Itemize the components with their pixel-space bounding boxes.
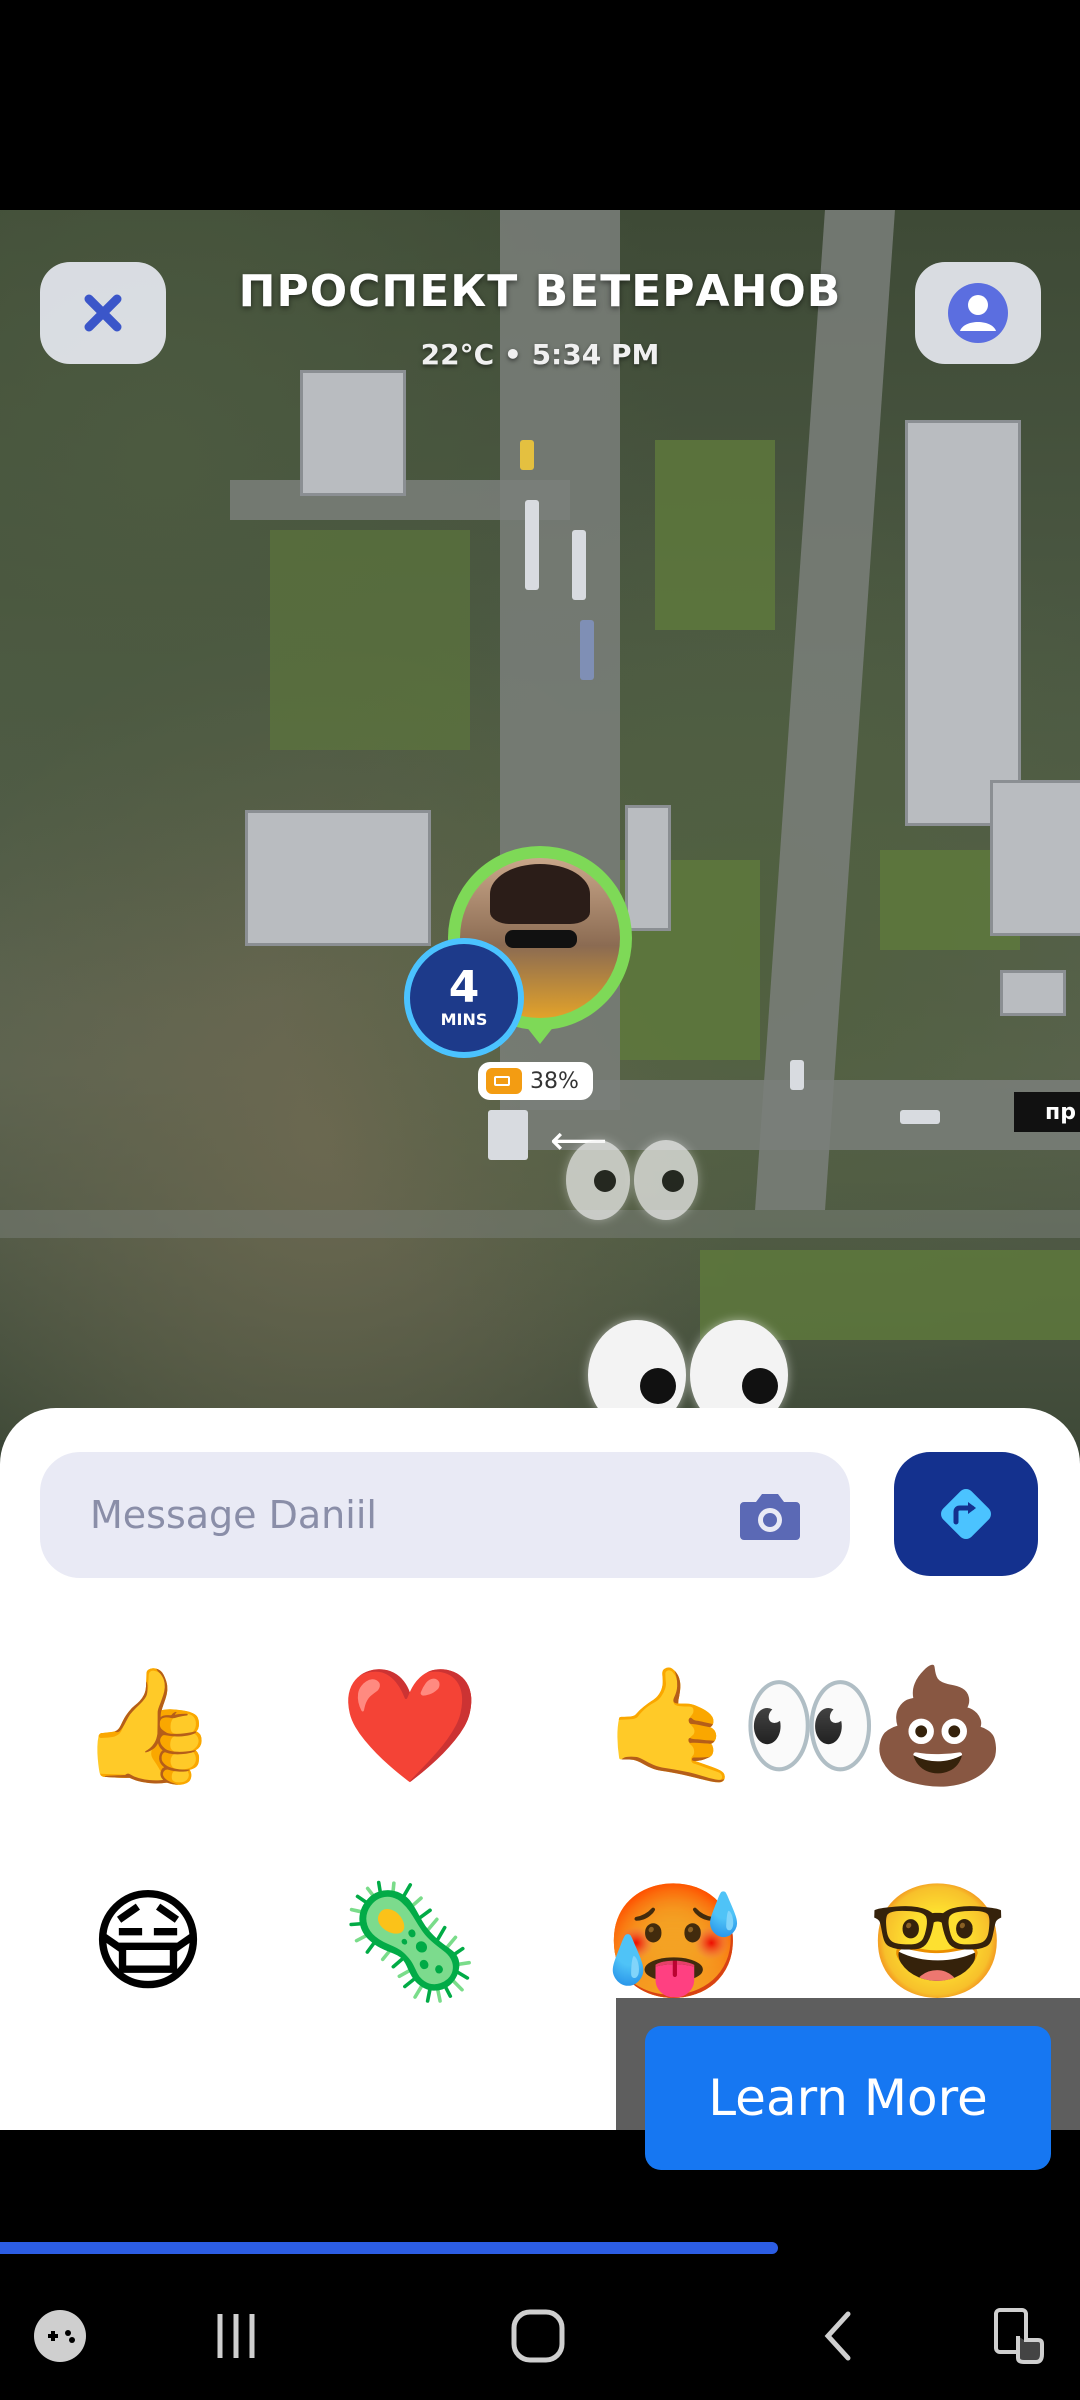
eta-unit: MINS: [440, 1010, 488, 1030]
screen-tap-icon: [994, 2308, 1044, 2364]
message-field[interactable]: [40, 1452, 850, 1578]
map-vehicle: [525, 500, 539, 590]
map-road: [0, 1210, 1080, 1238]
map-field: [655, 440, 775, 630]
eta-value: 4: [448, 962, 480, 1014]
map-building: [1000, 970, 1066, 1016]
video-frame: пр ПРОСПЕКТ ВЕТЕРАНОВ 22°C • 5:34 PM 4 M…: [0, 210, 1080, 2130]
gamepad-icon: [34, 2310, 86, 2362]
map-vehicle: [790, 1060, 804, 1090]
learn-more-button[interactable]: Learn More: [645, 2026, 1051, 2170]
map-vehicle: [488, 1110, 528, 1160]
emoji-yo[interactable]: 🤙: [604, 1656, 744, 1796]
emoji-heart[interactable]: ❤️: [340, 1656, 480, 1796]
map-building: [625, 805, 671, 931]
map-building: [245, 810, 431, 946]
profile-button[interactable]: [915, 262, 1041, 364]
map-field: [270, 530, 470, 750]
battery-level: 38%: [530, 1068, 579, 1094]
emoji-hot-face[interactable]: 🥵: [604, 1872, 744, 2012]
back-button[interactable]: [800, 2296, 880, 2376]
accessibility-button[interactable]: [978, 2296, 1058, 2376]
emoji-thumbs-up[interactable]: 👍: [78, 1656, 218, 1796]
emoji-poop[interactable]: 💩: [868, 1656, 1008, 1796]
map-vehicle: [520, 440, 534, 470]
game-tools-button[interactable]: [20, 2296, 100, 2376]
map-building: [990, 780, 1080, 936]
map-vehicle: [900, 1110, 940, 1124]
directions-button[interactable]: [894, 1452, 1038, 1576]
recents-button[interactable]: [196, 2296, 276, 2376]
directions-icon: [941, 1489, 991, 1539]
eta-badge: 4 MINS: [404, 938, 524, 1058]
recents-icon: [217, 2314, 255, 2358]
map-vehicle: [580, 620, 594, 680]
video-progress-bar[interactable]: [0, 2242, 1080, 2254]
map-vehicle: [572, 530, 586, 600]
eyes-sticker: [566, 1140, 698, 1220]
home-button[interactable]: [498, 2296, 578, 2376]
emoji-mask[interactable]: 😷: [78, 1872, 218, 2012]
camera-icon: [740, 1494, 800, 1540]
message-input[interactable]: [88, 1492, 712, 1538]
map-building: [300, 370, 406, 496]
emoji-nerd[interactable]: 🤓: [868, 1872, 1008, 2012]
street-sign: пр: [1014, 1092, 1080, 1132]
camera-button[interactable]: [738, 1490, 802, 1542]
video-progress-fill: [0, 2242, 778, 2254]
map-building: [905, 420, 1021, 826]
emoji-virus[interactable]: 🦠: [340, 1872, 480, 2012]
emoji-eyes[interactable]: 👀: [740, 1656, 880, 1796]
battery-badge: 38%: [478, 1062, 593, 1100]
back-icon: [824, 2311, 851, 2361]
home-icon: [511, 2309, 565, 2363]
satellite-map[interactable]: пр ПРОСПЕКТ ВЕТЕРАНОВ 22°C • 5:34 PM 4 M…: [0, 210, 1080, 1440]
battery-icon: [486, 1068, 522, 1094]
user-icon: [948, 283, 1008, 343]
system-nav-bar: [0, 2260, 1080, 2400]
